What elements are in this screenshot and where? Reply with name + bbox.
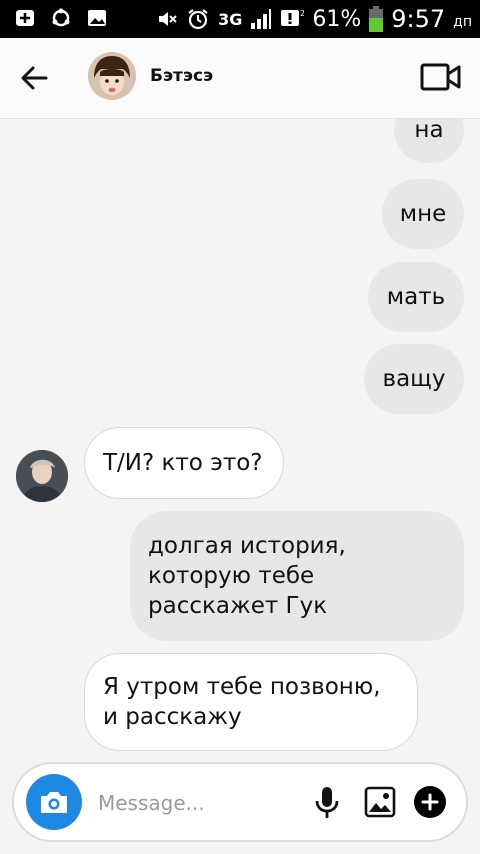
plus-icon (421, 793, 439, 811)
svg-text:2: 2 (300, 9, 304, 18)
gallery-icon[interactable] (364, 786, 396, 818)
clock-period: дп (453, 14, 472, 30)
alarm-icon (188, 9, 208, 30)
video-call-icon[interactable] (420, 62, 462, 92)
message-bubble-incoming[interactable]: Я утром тебе позвоню, и расскажу (84, 653, 418, 751)
message-text: вaщу (382, 366, 446, 392)
mute-icon (159, 12, 177, 26)
image-notification-icon (88, 10, 106, 26)
back-arrow-icon[interactable] (18, 62, 50, 94)
message-text: мать (386, 284, 446, 310)
message-bubble-outgoing[interactable]: на (394, 119, 464, 163)
camera-button[interactable] (26, 774, 82, 830)
signal-icon (251, 9, 272, 29)
message-input[interactable] (98, 788, 288, 818)
camera-icon (41, 792, 67, 813)
status-right: 3G 2 61% 9:57 дп (156, 4, 472, 34)
avatar-image (16, 450, 68, 502)
notification-plus-icon (16, 10, 34, 26)
battery-icon (369, 6, 384, 32)
message-text: на (414, 119, 444, 143)
message-bubble-incoming[interactable]: Т/И? кто это? (84, 427, 284, 499)
avatar-image (88, 52, 136, 100)
message-text: Т/И? кто это? (103, 450, 263, 476)
microphone-icon[interactable] (314, 786, 340, 820)
message-bubble-outgoing[interactable]: вaщу (364, 344, 464, 414)
contact-avatar-header[interactable] (88, 52, 136, 100)
battery-percent: 61% (312, 6, 362, 32)
sim-alert-icon: 2 (281, 9, 304, 26)
plus-button[interactable] (414, 786, 446, 818)
message-bubble-outgoing[interactable]: долгая история, которую тебе расскажет Г… (130, 511, 464, 641)
message-bubble-outgoing[interactable]: мне (382, 179, 464, 249)
network-type: 3G (218, 9, 243, 29)
contact-avatar[interactable] (16, 450, 68, 502)
message-text: мне (399, 201, 447, 227)
message-text: долгая история, которую тебе расскажет Г… (148, 533, 346, 619)
message-bubble-outgoing[interactable]: мать (368, 262, 464, 332)
status-bar: 3G 2 61% 9:57 дп (0, 0, 480, 38)
sync-icon (52, 8, 70, 27)
notification-icons (14, 8, 108, 28)
message-text: Я утром тебе позвоню, и расскажу (103, 674, 381, 730)
clock: 9:57 (391, 5, 446, 33)
chat-header: Бэтэсэ (0, 38, 480, 119)
chat-title[interactable]: Бэтэсэ (150, 66, 213, 86)
message-list[interactable]: на мне мать вaщу Т/И? кто это? долгая ис… (0, 119, 480, 760)
message-composer (12, 762, 468, 842)
